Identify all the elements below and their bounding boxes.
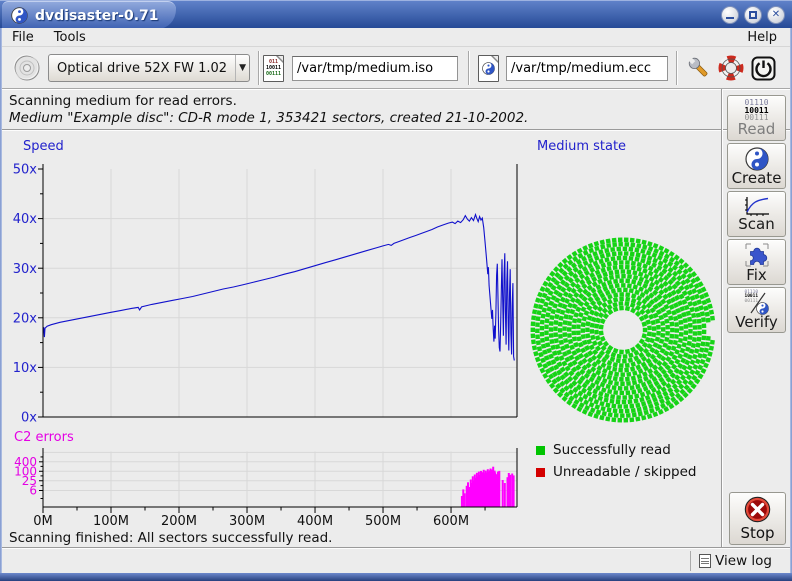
window-title: dvdisaster-0.71 bbox=[35, 8, 159, 24]
svg-text:400M: 400M bbox=[297, 514, 333, 529]
scan-button[interactable]: Scan bbox=[727, 191, 786, 237]
title-tab: dvdisaster-0.71 bbox=[2, 1, 176, 29]
menu-bar: File Tools Help bbox=[2, 28, 790, 47]
verify-button[interactable]: 01110 10011 00111 Verify bbox=[727, 287, 786, 333]
legend-item-read: Successfully read bbox=[536, 442, 671, 458]
finish-status-text: Scanning finished: All sectors successfu… bbox=[9, 530, 332, 546]
chevron-down-icon: ▼ bbox=[235, 55, 249, 81]
legend-label: Successfully read bbox=[553, 442, 671, 458]
sidebar-separator bbox=[721, 89, 723, 547]
svg-text:40x: 40x bbox=[13, 212, 38, 227]
stop-button[interactable]: Stop bbox=[729, 492, 786, 545]
close-icon: ✕ bbox=[772, 10, 780, 20]
medium-state-title: Medium state bbox=[537, 139, 626, 154]
maximize-button[interactable] bbox=[744, 6, 762, 24]
footer-bar: View log bbox=[2, 547, 790, 573]
binary-icon: 01110 10011 00111 bbox=[744, 99, 768, 122]
legend-item-unreadable: Unreadable / skipped bbox=[536, 464, 696, 480]
medium-state-disc bbox=[530, 237, 716, 423]
power-icon bbox=[751, 56, 776, 81]
svg-text:10x: 10x bbox=[13, 361, 38, 376]
svg-text:400: 400 bbox=[14, 455, 37, 469]
toolbar: Optical drive 52X FW 1.02 ▼ 011 10011 00… bbox=[2, 47, 790, 89]
scan-charts: 0x 10x 20x 30x 40x 50x 0M 100M 200M 300M 400M 500M 6… bbox=[0, 131, 540, 547]
legend-swatch-green bbox=[536, 446, 545, 455]
status-line-1: Scanning medium for read errors. bbox=[9, 93, 237, 109]
legend-swatch-red bbox=[536, 468, 545, 477]
menu-help[interactable]: Help bbox=[734, 29, 790, 46]
stop-icon bbox=[744, 496, 771, 523]
svg-text:20x: 20x bbox=[13, 311, 38, 326]
iso-file-icon: 011 10011 00111 bbox=[263, 55, 284, 82]
create-button[interactable]: Create bbox=[727, 143, 786, 189]
toolbar-separator bbox=[258, 51, 260, 85]
iso-file-input[interactable] bbox=[292, 56, 458, 81]
app-yinyang-icon bbox=[11, 7, 28, 24]
svg-text:200M: 200M bbox=[161, 514, 197, 529]
menu-file[interactable]: File bbox=[2, 29, 44, 46]
lifesaver-icon bbox=[718, 55, 744, 81]
window-border-bottom bbox=[0, 573, 792, 581]
svg-text:30x: 30x bbox=[13, 262, 38, 277]
yinyang-icon bbox=[745, 147, 769, 171]
preferences-button[interactable] bbox=[684, 53, 714, 83]
toolbar-separator bbox=[468, 51, 470, 85]
scan-chart-icon bbox=[743, 196, 770, 217]
legend-label: Unreadable / skipped bbox=[553, 464, 696, 480]
close-button[interactable]: ✕ bbox=[767, 6, 785, 24]
title-bar[interactable]: dvdisaster-0.71 ✕ bbox=[0, 0, 792, 28]
fix-button[interactable]: Fix bbox=[727, 239, 786, 285]
svg-text:0x: 0x bbox=[21, 411, 37, 426]
svg-text:0M: 0M bbox=[33, 514, 53, 529]
ecc-file-icon bbox=[478, 55, 499, 82]
log-icon bbox=[699, 554, 711, 568]
wrench-icon bbox=[686, 55, 712, 81]
svg-text:50x: 50x bbox=[13, 163, 38, 178]
toolbar-separator bbox=[676, 51, 678, 85]
read-button[interactable]: 01110 10011 00111 Read bbox=[727, 95, 786, 141]
puzzle-icon bbox=[744, 242, 770, 268]
menu-tools[interactable]: Tools bbox=[44, 29, 96, 46]
help-button[interactable] bbox=[716, 53, 746, 83]
drive-selector[interactable]: Optical drive 52X FW 1.02 ▼ bbox=[48, 54, 250, 82]
maximize-icon bbox=[749, 11, 757, 19]
status-line-2: Medium "Example disc": CD-R mode 1, 3534… bbox=[9, 110, 528, 126]
drive-selector-value: Optical drive 52X FW 1.02 bbox=[49, 61, 235, 76]
svg-text:600M: 600M bbox=[433, 514, 469, 529]
quit-button[interactable] bbox=[748, 53, 778, 83]
svg-text:100M: 100M bbox=[93, 514, 129, 529]
drive-icon bbox=[12, 53, 42, 83]
svg-text:500M: 500M bbox=[365, 514, 401, 529]
view-log-label: View log bbox=[715, 553, 772, 569]
verify-icon: 01110 10011 00111 bbox=[744, 291, 770, 315]
minimize-button[interactable] bbox=[721, 6, 739, 24]
minimize-icon bbox=[726, 17, 734, 19]
ecc-file-input[interactable] bbox=[506, 56, 668, 81]
view-log-button[interactable]: View log bbox=[690, 551, 772, 571]
svg-text:300M: 300M bbox=[229, 514, 265, 529]
